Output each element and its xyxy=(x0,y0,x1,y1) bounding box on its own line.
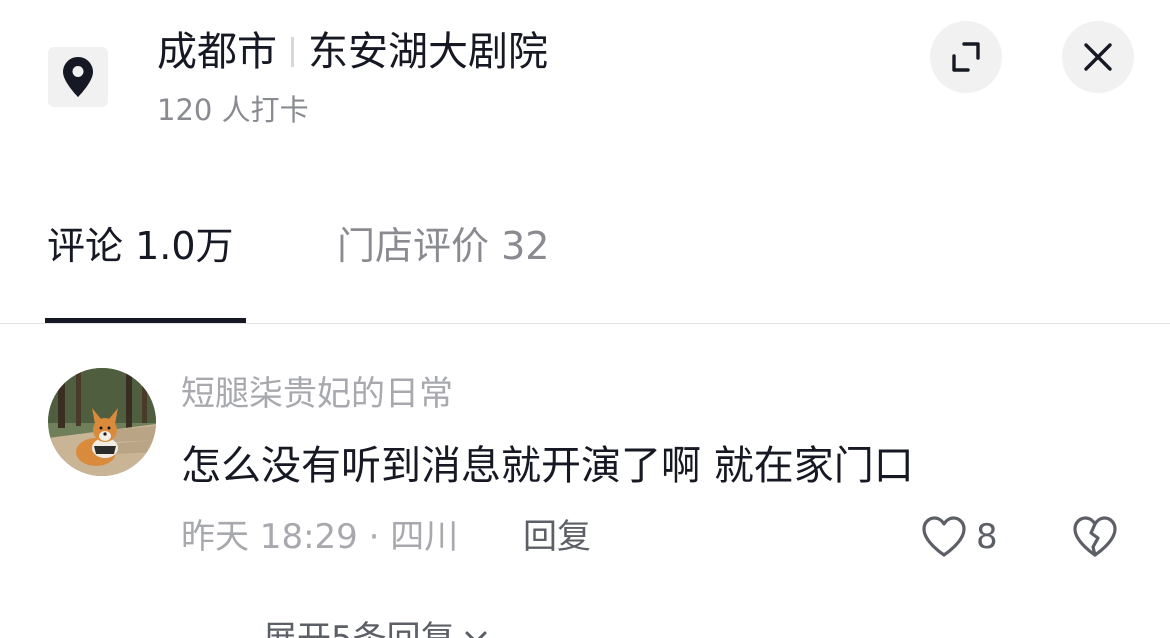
comment-username[interactable]: 短腿柒贵妃的日常 xyxy=(181,372,453,416)
like-button[interactable]: 8 xyxy=(920,512,998,562)
location-pin-icon xyxy=(48,47,108,107)
city-name: 成都市 xyxy=(157,29,277,75)
expand-replies-label: 展开5条回复 xyxy=(263,611,455,638)
heart-icon xyxy=(922,516,966,557)
expand-button[interactable] xyxy=(930,21,1002,93)
title-divider xyxy=(291,37,294,67)
expand-replies-button[interactable]: 展开5条回复 xyxy=(181,612,491,638)
corgi-avatar xyxy=(48,368,156,476)
tabs-divider xyxy=(0,323,1170,324)
tab-store-reviews[interactable]: 门店评价 32 xyxy=(337,222,549,270)
user-avatar[interactable] xyxy=(48,368,156,476)
comment-text: 怎么没有听到消息就开演了啊 就在家门口 xyxy=(181,443,914,489)
chevron-down-icon xyxy=(465,631,487,638)
close-button[interactable] xyxy=(1062,21,1134,93)
venue-name: 东安湖大剧院 xyxy=(308,29,548,75)
location-comments-panel: 成都市 东安湖大剧院 120 人打卡 评论 1.0万 门店评价 32 短腿柒贵妃… xyxy=(0,0,1170,638)
dislike-button[interactable] xyxy=(1070,512,1120,562)
reply-button[interactable]: 回复 xyxy=(523,514,591,560)
broken-heart-icon xyxy=(1073,516,1117,557)
like-count: 8 xyxy=(976,517,998,557)
close-icon xyxy=(1084,43,1112,71)
expand-icon xyxy=(952,42,980,72)
comment-meta: 昨天 18:29 · 四川 xyxy=(181,517,459,557)
location-title[interactable]: 成都市 东安湖大剧院 xyxy=(157,24,548,80)
tab-comments[interactable]: 评论 1.0万 xyxy=(47,222,234,270)
checkin-count: 120 人打卡 xyxy=(157,93,309,127)
